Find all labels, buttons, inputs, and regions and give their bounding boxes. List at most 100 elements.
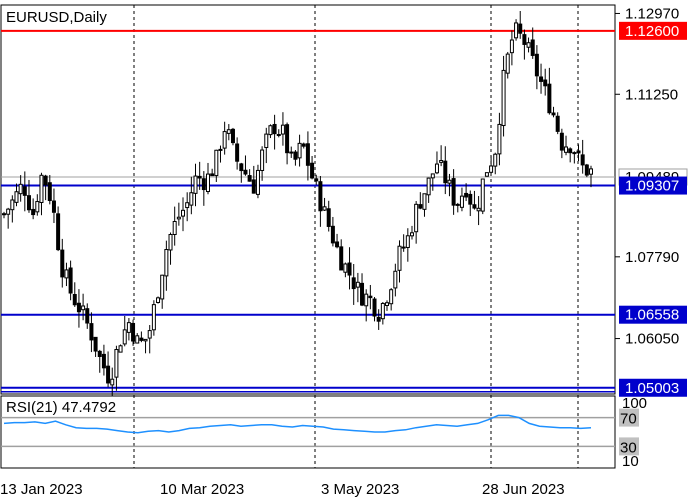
candle-body <box>318 181 323 212</box>
candle-body <box>35 201 40 213</box>
candle-body <box>64 269 69 279</box>
candle-body <box>434 163 439 174</box>
candle-body <box>289 151 294 154</box>
candle-body <box>185 202 190 209</box>
price-tick-label: 1.07790 <box>625 249 679 266</box>
candle-body <box>151 304 156 331</box>
candle-body <box>10 199 15 211</box>
candle-body <box>293 151 298 160</box>
trading-chart[interactable]: 703010010 1.129701.112501.077901.060501.… <box>0 0 695 498</box>
candle-body <box>459 195 464 208</box>
rsi-value: 47.4792 <box>62 399 116 416</box>
candle-body <box>301 143 306 147</box>
candle-body <box>47 182 52 201</box>
candle[interactable] <box>230 127 235 146</box>
candle-body <box>197 175 202 179</box>
candle-body <box>285 124 290 154</box>
price-tick-label: 1.11250 <box>625 86 678 103</box>
price-tick-label: 1.12970 <box>625 5 679 22</box>
candle-body <box>272 123 277 135</box>
candle-body <box>135 335 140 344</box>
candle-body <box>280 124 285 135</box>
candle-body <box>305 143 310 166</box>
candle-body <box>226 129 231 134</box>
candle[interactable] <box>480 178 485 215</box>
candle-body <box>276 134 281 137</box>
candle-body <box>85 308 90 324</box>
candle-body <box>464 192 469 198</box>
candle-body <box>110 378 115 386</box>
candle-body <box>247 175 252 182</box>
candle-body <box>339 246 344 271</box>
candle-body <box>514 22 519 39</box>
candle-body <box>214 149 219 177</box>
candle-body <box>572 152 577 155</box>
candle-body <box>522 34 527 45</box>
candle-body <box>14 191 19 203</box>
candle-body <box>131 322 136 342</box>
candle-body <box>368 295 373 299</box>
candle-body <box>568 148 573 154</box>
rsi-scale-bottom: 10 <box>622 453 639 470</box>
candle[interactable] <box>584 163 589 178</box>
candle-body <box>530 39 535 56</box>
candle-body <box>484 172 489 177</box>
candle-body <box>335 241 340 248</box>
candle-body <box>468 193 473 205</box>
candle[interactable] <box>156 296 161 304</box>
candle-body <box>89 323 94 341</box>
level-label: 1.05003 <box>625 380 679 397</box>
candle-body <box>534 53 539 77</box>
candle-body <box>189 192 194 206</box>
rsi-level-label: 70 <box>620 411 637 428</box>
candle-body <box>501 69 506 127</box>
candle-body <box>243 169 248 175</box>
candle-body <box>205 173 210 193</box>
candle-body <box>539 76 544 82</box>
candle-body <box>559 132 564 151</box>
candle-body <box>6 208 11 215</box>
candle-body <box>589 168 593 175</box>
candle-body <box>156 297 161 303</box>
time-tick-label: 13 Jan 2023 <box>0 481 83 498</box>
candle-body <box>447 179 452 184</box>
time-tick-label: 28 Jun 2023 <box>482 481 565 498</box>
candle-body <box>255 169 260 195</box>
candle-body <box>297 142 302 159</box>
candle-body <box>497 123 502 155</box>
candle-body <box>18 183 23 195</box>
candle-body <box>355 281 360 288</box>
candle-body <box>580 154 585 166</box>
candle-body <box>509 39 514 54</box>
candle-body <box>143 338 148 342</box>
candle-body <box>543 79 548 87</box>
candle-body <box>360 282 365 306</box>
candle[interactable] <box>484 172 489 177</box>
candle-body <box>251 179 256 194</box>
candle[interactable] <box>118 344 123 353</box>
candle-body <box>526 42 531 48</box>
price-tick-label: 1.06050 <box>625 331 679 348</box>
candle-body <box>39 174 44 203</box>
candle-body <box>268 125 273 136</box>
candle-body <box>409 232 414 237</box>
price-axis: 1.129701.112501.077901.060501.094891.126… <box>615 5 688 397</box>
candle-body <box>72 294 77 306</box>
candle-body <box>551 112 556 116</box>
candle-body <box>443 160 448 184</box>
candle-body <box>235 143 240 162</box>
candle-body <box>555 115 560 132</box>
candle-body <box>385 302 390 306</box>
candle-body <box>76 302 81 313</box>
candle-body <box>43 175 48 186</box>
candle-body <box>405 235 410 248</box>
candle-body <box>172 221 177 236</box>
candle-body <box>139 337 144 341</box>
candle-body <box>193 175 198 194</box>
candle-body <box>101 353 106 369</box>
candle-body <box>376 316 381 322</box>
candle-body <box>147 330 152 339</box>
candle-body <box>389 289 394 305</box>
candle-body <box>230 128 235 144</box>
rsi-scale-top: 100 <box>622 395 647 412</box>
